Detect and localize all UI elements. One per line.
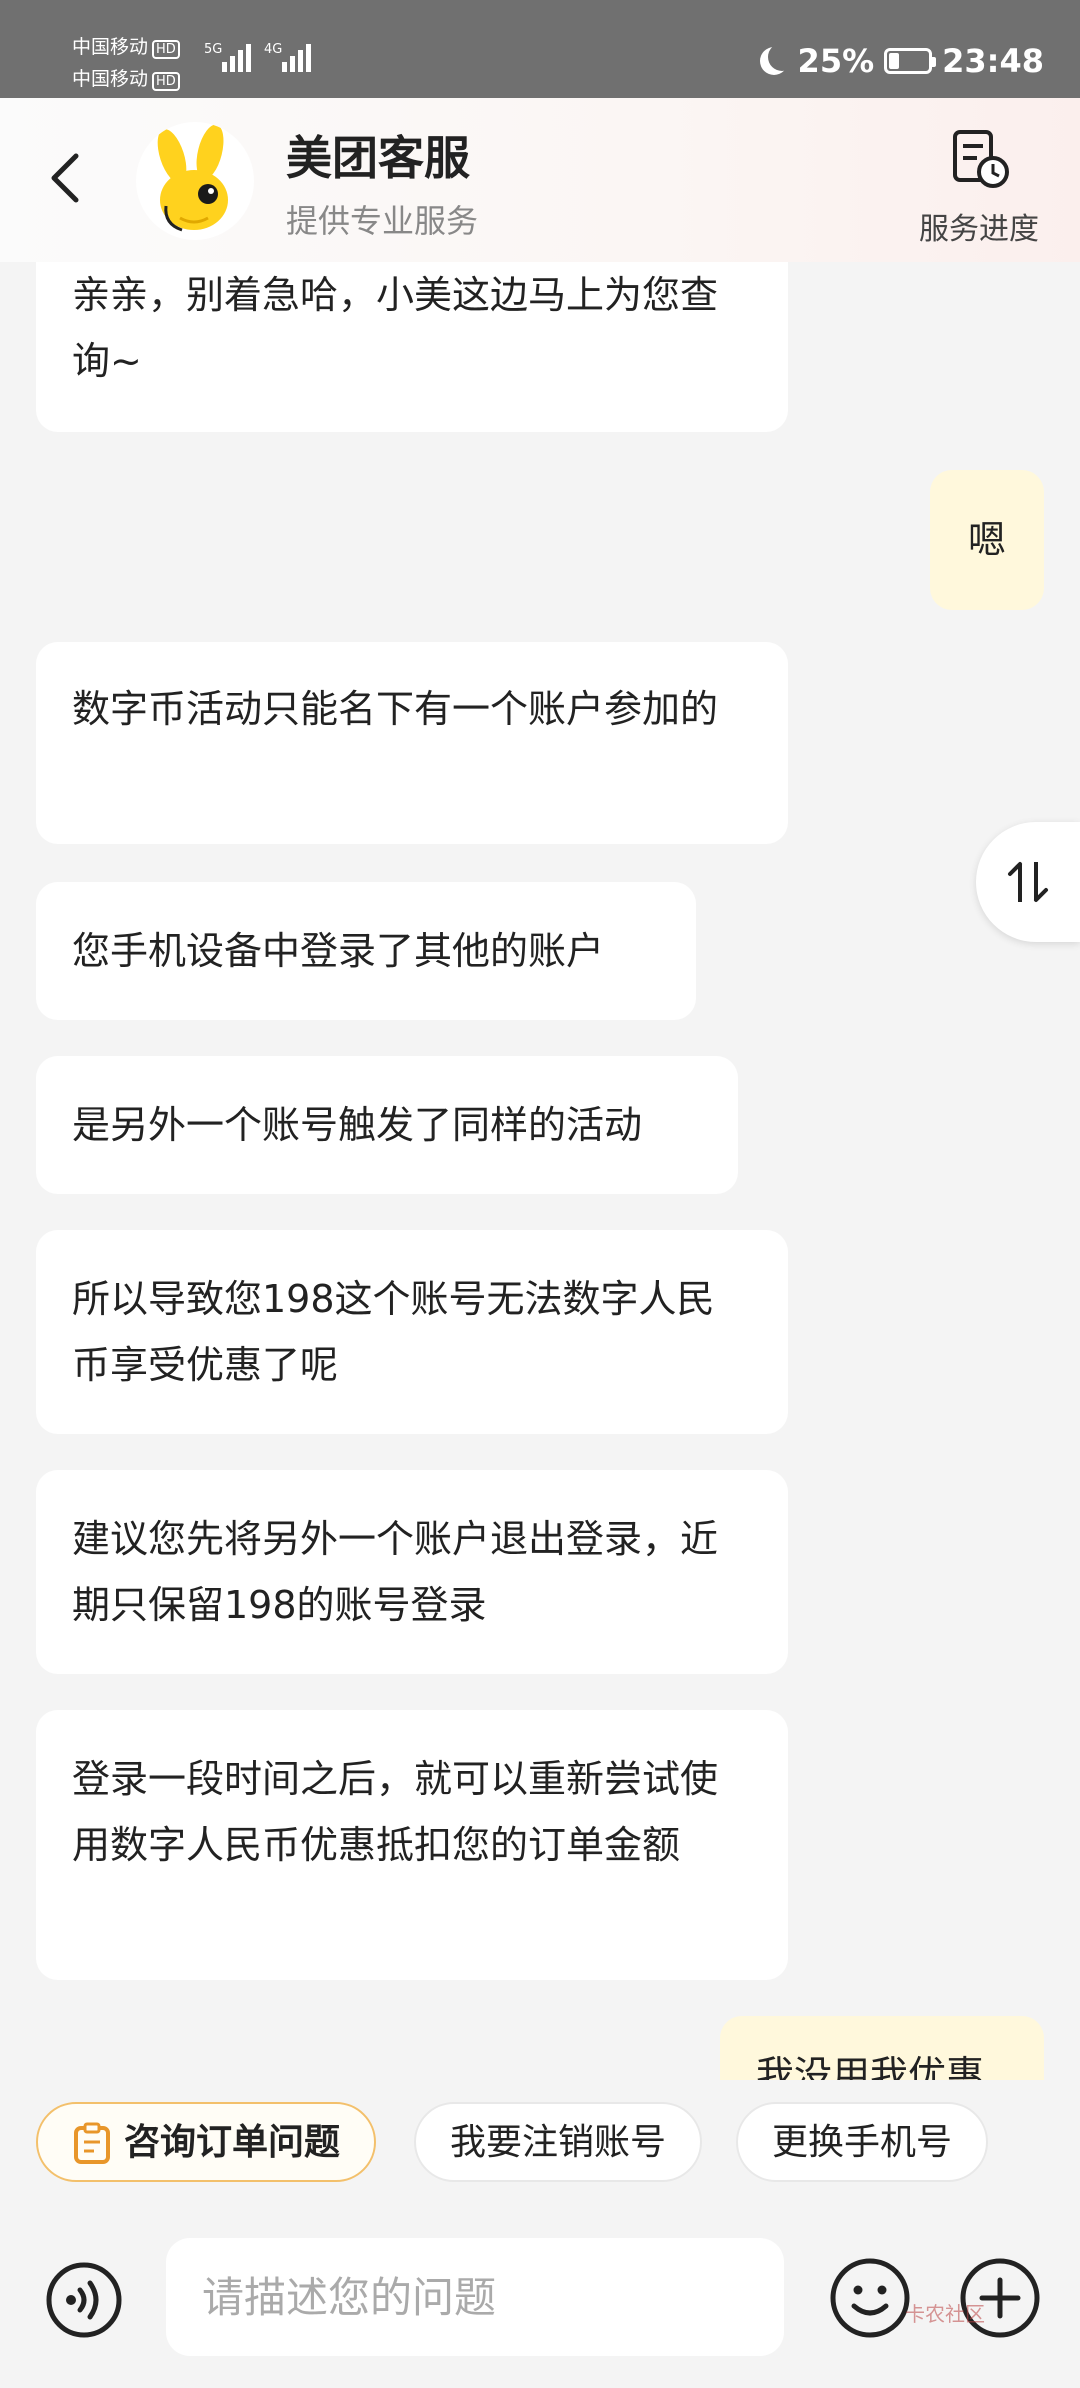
carrier-1-name: 中国移动 <box>72 36 149 58</box>
status-right: 25% 23:48 <box>760 42 1044 80</box>
quick-reply-order-question[interactable]: 咨询订单问题 <box>36 2102 377 2182</box>
message-text: 嗯 <box>967 518 1006 562</box>
message-text: 是另外一个账号触发了同样的活动 <box>72 1103 643 1147</box>
watermark: 卡农社区 <box>905 2302 985 2326</box>
signal-4g-icon: 4G <box>264 42 311 72</box>
hd-badge: HD <box>152 72 180 91</box>
clipboard-icon <box>74 2122 110 2164</box>
message-text: 所以导致您198这个账号无法数字人民币享受优惠了呢 <box>72 1277 715 1387</box>
quick-reply-cancel-account[interactable]: 我要注销账号 <box>414 2102 703 2182</box>
clock: 23:48 <box>942 42 1044 80</box>
carrier-2-name: 中国移动 <box>72 68 149 90</box>
carrier-1: 中国移动 HD <box>72 36 180 59</box>
document-clock-icon <box>953 130 1009 188</box>
message-bubble-agent: 所以导致您198这个账号无法数字人民币享受优惠了呢 <box>36 1230 788 1434</box>
voice-input-icon[interactable] <box>44 2260 124 2340</box>
battery-icon <box>884 48 937 74</box>
message-bubble-agent: 建议您先将另外一个账户退出登录，近期只保留198的账号登录 <box>36 1470 788 1674</box>
back-arrow-icon[interactable] <box>38 148 98 208</box>
chat-area[interactable]: 亲亲，别着急哈，小美这边马上为您查询~ 嗯 数字币活动只能名下有一个账户参加的 … <box>0 262 1080 2080</box>
message-bubble-user: 我没用我优惠 <box>720 2016 1044 2080</box>
service-progress-label: 服务进度 <box>919 212 1039 247</box>
avatar[interactable] <box>136 122 254 240</box>
input-bar: 卡农社区 <box>0 2220 1080 2388</box>
message-bubble-agent: 亲亲，别着急哈，小美这边马上为您查询~ <box>36 262 788 432</box>
message-bubble-agent: 是另外一个账号触发了同样的活动 <box>36 1056 738 1194</box>
message-text: 建议您先将另外一个账户退出登录，近期只保留198的账号登录 <box>72 1517 719 1627</box>
battery-percent: 25% <box>797 42 875 80</box>
page-subtitle: 提供专业服务 <box>286 202 479 240</box>
service-progress-button[interactable]: 服务进度 <box>914 128 1044 248</box>
quick-reply-change-phone[interactable]: 更换手机号 <box>736 2102 989 2182</box>
quick-replies: 咨询订单问题 我要注销账号 更换手机号 <box>0 2080 1080 2220</box>
message-bubble-agent: 数字币活动只能名下有一个账户参加的 <box>36 642 788 844</box>
message-text: 亲亲，别着急哈，小美这边马上为您查询~ <box>72 273 719 383</box>
kangaroo-mascot-icon <box>157 124 228 232</box>
status-bar: 中国移动 HD 中国移动 HD 5G 4G 25% 23:48 <box>0 0 1080 98</box>
carrier-2: 中国移动 HD <box>72 68 180 91</box>
hd-badge: HD <box>152 40 180 59</box>
moon-icon <box>768 43 796 71</box>
signal-4g-label: 4G <box>264 42 283 57</box>
message-bubble-agent: 登录一段时间之后，就可以重新尝试使用数字人民币优惠抵扣您的订单金额 <box>36 1710 788 1980</box>
message-text: 数字币活动只能名下有一个账户参加的 <box>72 687 719 731</box>
signal-5g-icon: 5G <box>204 42 251 72</box>
emoji-icon[interactable] <box>828 2256 912 2340</box>
swap-vertical-icon <box>1008 862 1048 902</box>
message-bubble-user: 嗯 <box>930 470 1044 610</box>
page-title: 美团客服 <box>286 131 470 185</box>
message-bubble-agent: 您手机设备中登录了其他的账户 <box>36 882 696 1020</box>
chip-label: 咨询订单问题 <box>124 2122 341 2163</box>
message-text: 您手机设备中登录了其他的账户 <box>72 929 605 973</box>
message-text: 登录一段时间之后，就可以重新尝试使用数字人民币优惠抵扣您的订单金额 <box>72 1757 719 1867</box>
message-input[interactable] <box>166 2238 784 2356</box>
chat-header: 美团客服 提供专业服务 服务进度 <box>0 98 1080 262</box>
signal-5g-label: 5G <box>204 42 223 57</box>
message-text: 我没用我优惠 <box>756 2053 985 2080</box>
chip-label: 更换手机号 <box>772 2122 953 2163</box>
chip-label: 我要注销账号 <box>450 2122 667 2163</box>
scroll-toggle-button[interactable] <box>976 822 1080 942</box>
